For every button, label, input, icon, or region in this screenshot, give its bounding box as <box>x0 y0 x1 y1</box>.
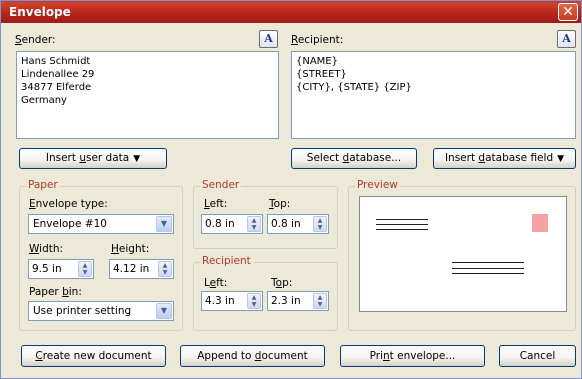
chevron-down-icon[interactable]: ▼ <box>156 216 172 232</box>
sender-position-title: Sender <box>200 179 242 191</box>
spin-arrows-icon[interactable]: ▲ ▼ <box>247 216 261 232</box>
sender-font-button[interactable]: A <box>259 30 278 48</box>
create-new-document-button[interactable]: Create new document <box>21 345 166 367</box>
title-bar[interactable]: Envelope ✕ <box>1 1 581 23</box>
preview-group-title: Preview <box>355 179 400 191</box>
spin-arrows-icon[interactable]: ▲ ▼ <box>78 261 92 277</box>
chevron-down-icon[interactable]: ▼ <box>156 303 172 319</box>
recipient-top-value: 2.3 in <box>271 295 301 307</box>
spin-arrows-icon[interactable]: ▲ ▼ <box>313 293 327 309</box>
height-label: Height: <box>111 243 150 255</box>
paper-bin-value: Use printer setting <box>33 305 132 317</box>
sender-top-spinner[interactable]: 0.8 in ▲ ▼ <box>267 214 329 234</box>
cancel-button[interactable]: Cancel <box>499 345 576 367</box>
recipient-address-field[interactable]: {NAME} {STREET} {CITY}, {STATE} {ZIP} <box>291 51 576 139</box>
envelope-type-select[interactable]: Envelope #10 ▼ <box>28 214 174 234</box>
height-value: 4.12 in <box>113 263 150 275</box>
recipient-font-button[interactable]: A <box>557 30 576 48</box>
append-to-document-button[interactable]: Append to document <box>180 345 325 367</box>
sender-label: Sender: <box>15 34 56 46</box>
paper-bin-label: Paper bin: <box>29 286 82 298</box>
paper-group-title: Paper <box>26 179 60 191</box>
sender-left-spinner[interactable]: 0.8 in ▲ ▼ <box>201 214 263 234</box>
recipient-line <box>452 262 524 263</box>
close-icon: ✕ <box>562 4 574 20</box>
recipient-left-value: 4.3 in <box>205 295 235 307</box>
sender-address-field[interactable]: Hans Schmidt Lindenallee 29 34877 Elferd… <box>16 51 279 139</box>
sender-top-value: 0.8 in <box>271 218 301 230</box>
sender-left-label: Left: <box>204 198 228 210</box>
sender-top-label: Top: <box>269 198 291 210</box>
sender-left-value: 0.8 in <box>205 218 235 230</box>
dropdown-arrow-icon: ▼ <box>557 154 565 164</box>
recipient-position-title: Recipient <box>200 255 253 267</box>
recipient-line <box>452 268 524 269</box>
font-icon: A <box>264 32 273 45</box>
envelope-preview <box>359 196 567 312</box>
envelope-type-value: Envelope #10 <box>33 218 107 230</box>
paper-bin-select[interactable]: Use printer setting ▼ <box>28 301 174 321</box>
recipient-left-label: Left: <box>204 277 228 289</box>
font-icon: A <box>562 32 571 45</box>
sender-line <box>376 229 428 230</box>
dropdown-arrow-icon: ▼ <box>133 154 141 164</box>
sender-line <box>376 224 428 225</box>
spin-arrows-icon[interactable]: ▲ ▼ <box>247 293 261 309</box>
stamp-marker <box>532 214 548 232</box>
recipient-left-spinner[interactable]: 4.3 in ▲ ▼ <box>201 291 263 311</box>
select-database-button[interactable]: Select database... <box>291 148 417 169</box>
width-spinner[interactable]: 9.5 in ▲ ▼ <box>28 259 94 279</box>
recipient-label: Recipient: <box>291 34 344 46</box>
width-value: 9.5 in <box>32 263 62 275</box>
close-button[interactable]: ✕ <box>558 3 578 21</box>
insert-user-data-button[interactable]: Insert user data ▼ <box>19 148 167 169</box>
width-label: Width: <box>29 243 64 255</box>
height-spinner[interactable]: 4.12 in ▲ ▼ <box>109 259 174 279</box>
print-envelope-button[interactable]: Print envelope... <box>340 345 485 367</box>
spin-arrows-icon[interactable]: ▲ ▼ <box>313 216 327 232</box>
window-title: Envelope <box>9 5 71 19</box>
envelope-dialog: Envelope ✕ Sender: A Hans Schmidt Linden… <box>0 0 582 379</box>
insert-database-field-button[interactable]: Insert database field ▼ <box>433 148 576 169</box>
recipient-top-label: Top: <box>271 277 293 289</box>
recipient-top-spinner[interactable]: 2.3 in ▲ ▼ <box>267 291 329 311</box>
envelope-type-label: Envelope type: <box>29 198 108 210</box>
sender-line <box>376 219 428 220</box>
recipient-line <box>452 273 524 274</box>
spin-arrows-icon[interactable]: ▲ ▼ <box>158 261 172 277</box>
